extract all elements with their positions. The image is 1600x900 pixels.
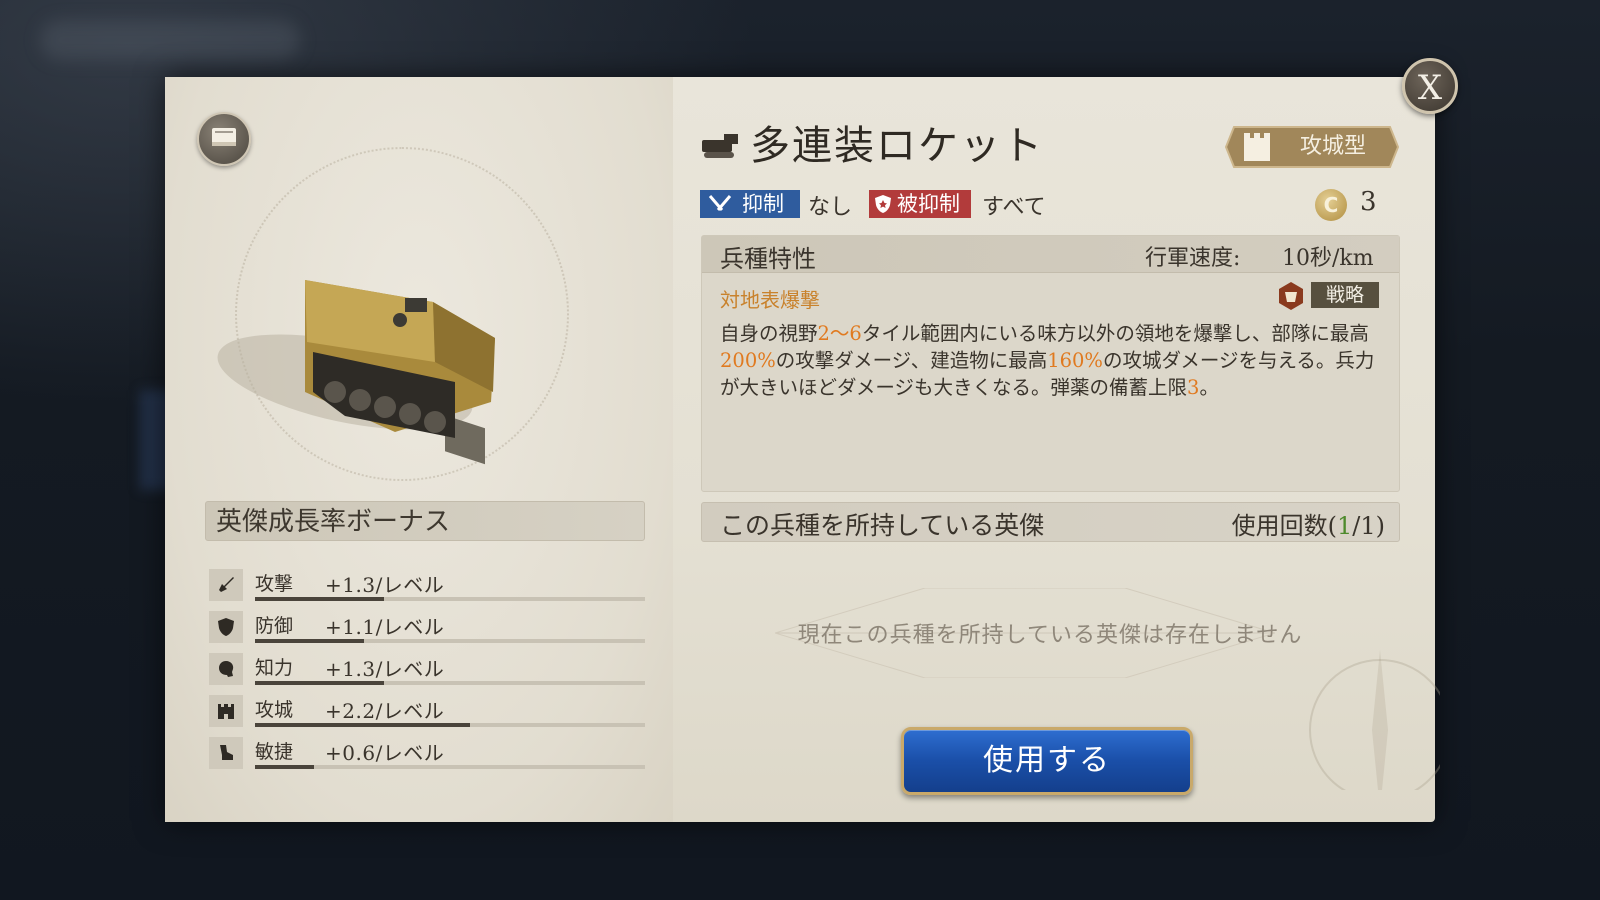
unit-cost: 3 <box>1360 187 1377 217</box>
vehicle-type-icon <box>702 134 738 158</box>
march-speed-value: 10秒/km <box>1282 246 1374 271</box>
growth-bonus-title: 英傑成長率ボーナス <box>216 507 451 537</box>
skill-description: 自身の視野2～6タイル範囲内にいる味方以外の領地を爆撃し、部隊に最高200%の攻… <box>720 322 1375 399</box>
shield-icon <box>218 618 234 636</box>
stat-name: 攻撃 <box>255 573 294 595</box>
heroes-header: この兵種を所持している英傑 使用回数(1/1) <box>701 502 1400 542</box>
stat-value: +2.2/レベル <box>325 699 445 723</box>
rocket-launcher-vehicle-image <box>217 280 495 465</box>
stat-bar <box>255 681 645 685</box>
suppressed-tag: 被抑制 <box>869 190 971 218</box>
decorative-compass <box>1309 650 1440 790</box>
stat-row-defense: 防御 +1.1/レベル <box>209 609 645 645</box>
cost-coin-icon: C <box>1315 189 1347 221</box>
strategy-icon <box>1279 282 1303 310</box>
stat-row-attack: 攻撃 +1.3/レベル <box>209 567 645 603</box>
unit-type-label: 攻城型 <box>1300 134 1367 159</box>
book-icon <box>212 128 236 146</box>
stat-name: 敏捷 <box>255 741 294 763</box>
stat-bar <box>255 723 645 727</box>
close-button[interactable]: X <box>1402 58 1458 114</box>
unit-traits-title: 兵種特性 <box>720 245 816 273</box>
unit-name: 多連装ロケット <box>750 123 1044 169</box>
suppress-label: 抑制 <box>742 192 784 216</box>
stat-value: +1.1/レベル <box>325 615 445 639</box>
stat-row-siege: 攻城 +2.2/レベル <box>209 693 645 729</box>
skill-name: 対地表爆撃 <box>720 288 820 312</box>
head-icon <box>219 661 234 677</box>
shield-icon <box>875 195 891 213</box>
boot-icon <box>220 745 233 760</box>
stat-row-intelligence: 知力 +1.3/レベル <box>209 651 645 687</box>
castle-icon <box>218 704 234 719</box>
stat-name: 防御 <box>255 615 294 637</box>
unit-traits-panel: 兵種特性 行軍速度: 10秒/km 対地表爆撃 戦略 自身の視野2～6タイル範囲… <box>701 235 1400 492</box>
suppress-value: なし <box>808 195 853 220</box>
sword-icon <box>219 577 234 592</box>
castle-icon <box>1244 133 1270 161</box>
background-blur <box>40 20 300 60</box>
crossed-swords-icon <box>708 195 732 211</box>
growth-bonus-header: 英傑成長率ボーナス <box>205 501 645 541</box>
unit-traits-header: 兵種特性 行軍速度: 10秒/km <box>702 236 1399 273</box>
stat-bar <box>255 765 645 769</box>
suppress-tag: 抑制 <box>700 190 800 218</box>
suppressed-value: すべて <box>982 195 1046 220</box>
stat-value: +1.3/レベル <box>325 573 445 597</box>
use-button[interactable]: 使用する <box>901 727 1193 795</box>
stat-value: +0.6/レベル <box>325 741 445 765</box>
stat-name: 攻城 <box>255 699 294 721</box>
stat-name: 知力 <box>255 657 294 679</box>
stat-bar <box>255 639 645 643</box>
heroes-title: この兵種を所持している英傑 <box>720 511 1045 540</box>
stat-bar <box>255 597 645 601</box>
encyclopedia-button[interactable] <box>197 112 251 166</box>
stat-value: +1.3/レベル <box>325 657 445 681</box>
usage-count: 使用回数(1/1) <box>1231 512 1385 540</box>
unit-preview-panel: 英傑成長率ボーナス 攻撃 +1.3/レベル 防御 +1.1/レベル 知力 +1.… <box>165 77 673 822</box>
skill-type-tag: 戦略 <box>1311 282 1379 308</box>
stat-row-agility: 敏捷 +0.6/レベル <box>209 735 645 771</box>
suppressed-label: 被抑制 <box>897 192 960 216</box>
march-speed-label: 行軍速度: <box>1145 246 1241 271</box>
